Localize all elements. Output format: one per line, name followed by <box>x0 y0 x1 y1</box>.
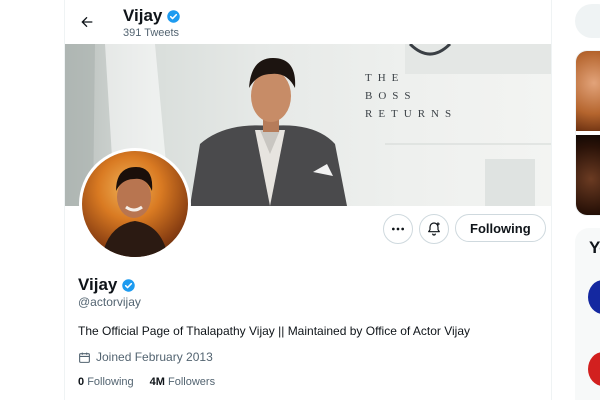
following-count: 0 <box>78 376 85 388</box>
verified-badge-icon <box>122 278 136 292</box>
following-label: Following <box>87 376 134 388</box>
media-thumb-1[interactable] <box>576 51 600 131</box>
profile-name-text: Vijay <box>78 275 118 294</box>
more-dots-icon <box>392 227 404 231</box>
calendar-icon <box>79 352 90 363</box>
profile-column: Vijay 391 Tweets THE BOSS RETURNS Follow… <box>64 0 552 400</box>
avatar-photo <box>82 151 188 257</box>
following-button[interactable]: Following <box>455 214 546 242</box>
followers-stat[interactable]: 4M Followers <box>150 376 215 388</box>
media-preview[interactable] <box>575 50 600 216</box>
left-gutter <box>0 0 64 400</box>
verified-badge-icon <box>167 9 181 23</box>
right-sidebar <box>560 0 600 400</box>
follow-stats: 0 Following 4M Followers <box>78 376 215 388</box>
bell-plus-icon <box>428 222 440 236</box>
tweet-count: 391 Tweets <box>123 27 180 39</box>
followers-count: 4M <box>149 376 165 388</box>
profile-handle: @actorvijay <box>78 295 141 309</box>
media-thumb-2[interactable] <box>576 135 600 215</box>
back-button[interactable] <box>73 8 101 36</box>
header-title: Vijay <box>123 6 181 26</box>
avatar[interactable] <box>79 148 191 260</box>
banner-line-2: BOSS <box>365 90 417 102</box>
suggestions-title: Yo <box>589 238 600 257</box>
banner-line-3: RETURNS <box>365 108 458 120</box>
avatar-portrait <box>102 167 168 257</box>
header-name: Vijay <box>123 6 163 25</box>
joined-date: Joined February 2013 <box>78 350 213 364</box>
followers-label: Followers <box>168 376 216 388</box>
more-options-button[interactable] <box>383 214 413 244</box>
notifications-button[interactable] <box>419 214 449 244</box>
profile-name: Vijay <box>78 275 136 295</box>
joined-date-text: Joined February 2013 <box>96 350 213 364</box>
following-stat[interactable]: 0 Following <box>78 376 134 388</box>
banner-line-1: THE <box>365 72 405 84</box>
profile-header: Vijay 391 Tweets <box>65 0 551 44</box>
arrow-left-icon <box>81 16 93 28</box>
profile-bio: The Official Page of Thalapathy Vijay ||… <box>78 324 471 338</box>
search-box[interactable] <box>575 4 600 38</box>
